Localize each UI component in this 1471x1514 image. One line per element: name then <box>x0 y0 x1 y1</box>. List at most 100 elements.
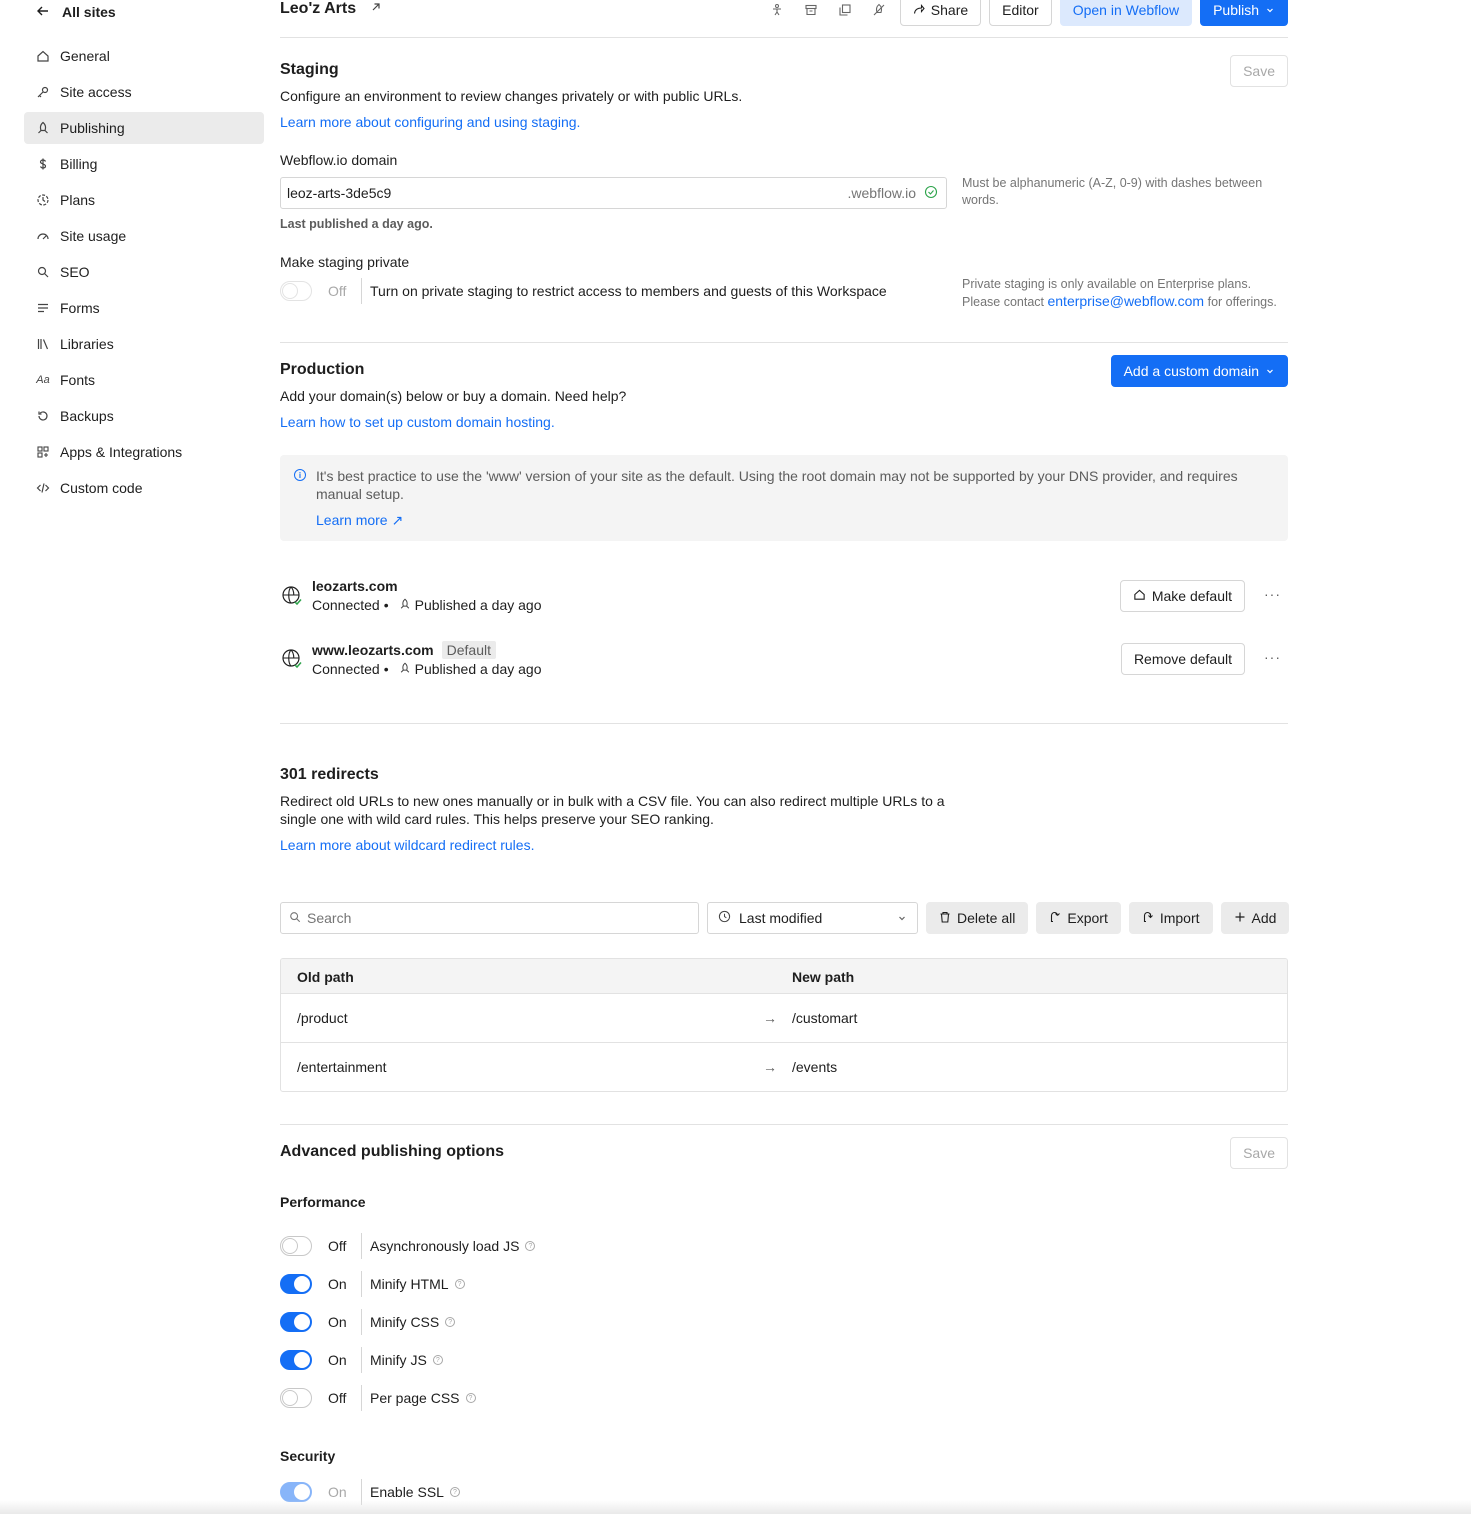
share-button[interactable]: Share <box>899 0 982 26</box>
sort-select[interactable]: Last modified <box>707 902 918 934</box>
import-button[interactable]: Import <box>1128 902 1213 934</box>
external-link-icon[interactable] <box>370 0 382 18</box>
callout-learn-more-link[interactable]: Learn more ↗ <box>316 512 403 529</box>
minify-css-toggle[interactable] <box>280 1312 312 1332</box>
sidebar-item-apps[interactable]: Apps & Integrations <box>24 436 264 468</box>
add-custom-domain-button[interactable]: Add a custom domain <box>1110 355 1288 387</box>
help-icon[interactable]: ? <box>432 1355 443 1365</box>
publish-button[interactable]: Publish <box>1200 0 1288 26</box>
more-options-icon[interactable]: ··· <box>1264 649 1280 665</box>
enterprise-note-line1: Private staging is only available on Ent… <box>962 277 1252 291</box>
sidebar-item-forms[interactable]: Forms <box>24 292 264 324</box>
table-row[interactable]: /product → /customart <box>281 994 1287 1043</box>
enterprise-note-contact: Please contact <box>962 295 1044 309</box>
callout-learn-more-label: Learn more <box>316 512 388 528</box>
scroll-fade <box>0 1500 1471 1514</box>
connection-status: Connected <box>312 661 380 677</box>
minify-css-label: Minify CSS <box>370 1314 440 1330</box>
delete-all-button[interactable]: Delete all <box>926 902 1029 934</box>
make-default-button[interactable]: Make default <box>1119 580 1245 612</box>
minify-html-state: On <box>328 1276 347 1292</box>
import-label: Import <box>1159 910 1200 926</box>
enable-ssl-toggle[interactable] <box>280 1482 312 1502</box>
minify-css-state: On <box>328 1314 347 1330</box>
redirects-description-1: Redirect old URLs to new ones manually o… <box>280 793 945 809</box>
more-options-icon[interactable]: ··· <box>1264 586 1280 602</box>
sidebar-item-site-access[interactable]: Site access <box>24 76 264 108</box>
remove-default-button[interactable]: Remove default <box>1120 643 1245 675</box>
per-page-css-toggle[interactable] <box>280 1388 312 1408</box>
export-button[interactable]: Export <box>1036 902 1121 934</box>
per-page-css-state: Off <box>328 1390 347 1406</box>
www-callout: i It's best practice to use the 'www' ve… <box>280 455 1288 541</box>
sidebar-item-custom-code[interactable]: Custom code <box>24 472 264 504</box>
sidebar-item-billing[interactable]: Billing <box>24 148 264 180</box>
chevron-down-icon <box>897 910 907 926</box>
enable-ssl-option: Enable SSL? <box>370 1484 460 1500</box>
editor-button[interactable]: Editor <box>989 0 1052 26</box>
sidebar-item-label: Plans <box>60 192 96 208</box>
webflow-domain-suffix: .webflow.io <box>847 185 916 201</box>
add-redirect-button[interactable]: Add <box>1220 902 1290 934</box>
sidebar-item-fonts[interactable]: Aa Fonts <box>24 364 264 396</box>
fonts-icon: Aa <box>36 374 50 386</box>
redirects-learn-link[interactable]: Learn more about wildcard redirect rules… <box>280 837 534 853</box>
help-icon[interactable]: ? <box>449 1487 460 1497</box>
export-icon <box>1049 910 1061 926</box>
trash-icon <box>939 910 951 926</box>
staging-learn-link[interactable]: Learn more about configuring and using s… <box>280 114 580 130</box>
delete-all-label: Delete all <box>957 910 1016 926</box>
enterprise-note: Private staging is only available on Ent… <box>962 276 1277 311</box>
search-icon <box>36 265 50 279</box>
help-icon[interactable]: ? <box>445 1317 456 1327</box>
production-learn-link[interactable]: Learn how to set up custom domain hostin… <box>280 414 555 430</box>
settings-nav: General Site access Publishing Billing P… <box>24 40 264 508</box>
import-icon <box>1142 910 1154 926</box>
sidebar-item-libraries[interactable]: Libraries <box>24 328 264 360</box>
archive-icon[interactable] <box>798 0 824 23</box>
private-staging-toggle[interactable] <box>280 281 312 301</box>
enterprise-email-link[interactable]: enterprise@webflow.com <box>1047 293 1204 309</box>
redirect-search[interactable] <box>280 902 699 934</box>
all-sites-link[interactable]: All sites <box>36 2 116 22</box>
unpublish-icon[interactable] <box>866 0 892 23</box>
domain-name-text: www.leozarts.com <box>312 642 434 658</box>
redirects-table: Old path New path /product → /customart … <box>280 958 1288 1092</box>
check-circle-icon <box>924 185 938 202</box>
sort-value: Last modified <box>739 910 823 926</box>
arrow-right-icon: → <box>763 1059 777 1075</box>
private-staging-state: Off <box>328 283 347 299</box>
accessibility-icon[interactable] <box>764 0 790 23</box>
minify-js-toggle[interactable] <box>280 1350 312 1370</box>
divider <box>280 342 1288 343</box>
duplicate-icon[interactable] <box>832 0 858 23</box>
sidebar-item-site-usage[interactable]: Site usage <box>24 220 264 252</box>
async-js-toggle[interactable] <box>280 1236 312 1256</box>
rocket-icon <box>36 121 50 135</box>
minify-js-option: Minify JS? <box>370 1352 443 1368</box>
staging-description: Configure an environment to review chang… <box>280 88 743 104</box>
advanced-save-button[interactable]: Save <box>1230 1137 1288 1169</box>
toggle-divider <box>361 278 362 304</box>
per-page-css-option: Per page CSS? <box>370 1390 476 1406</box>
minify-html-toggle[interactable] <box>280 1274 312 1294</box>
open-in-webflow-button[interactable]: Open in Webflow <box>1059 0 1193 26</box>
toggle-divider <box>361 1271 362 1297</box>
sidebar-item-plans[interactable]: Plans <box>24 184 264 216</box>
table-row[interactable]: /entertainment → /events <box>281 1043 1287 1091</box>
sidebar-item-general[interactable]: General <box>24 40 264 72</box>
help-icon[interactable]: ? <box>454 1279 465 1289</box>
sidebar-item-seo[interactable]: SEO <box>24 256 264 288</box>
help-icon[interactable]: ? <box>525 1241 536 1251</box>
sidebar-item-label: Fonts <box>60 372 96 388</box>
enterprise-note-offerings: for offerings. <box>1207 295 1277 309</box>
sidebar-item-publishing[interactable]: Publishing <box>24 112 264 144</box>
domain-status: Connected • Published a day ago <box>312 597 542 613</box>
staging-save-button[interactable]: Save <box>1230 55 1288 87</box>
sidebar-item-backups[interactable]: Backups <box>24 400 264 432</box>
arrow-right-icon: → <box>763 1010 777 1026</box>
webflow-domain-field[interactable]: leoz-arts-3de5c9 .webflow.io <box>280 177 947 209</box>
help-icon[interactable]: ? <box>465 1393 476 1403</box>
search-input[interactable] <box>307 910 698 926</box>
gauge-icon <box>36 229 50 243</box>
